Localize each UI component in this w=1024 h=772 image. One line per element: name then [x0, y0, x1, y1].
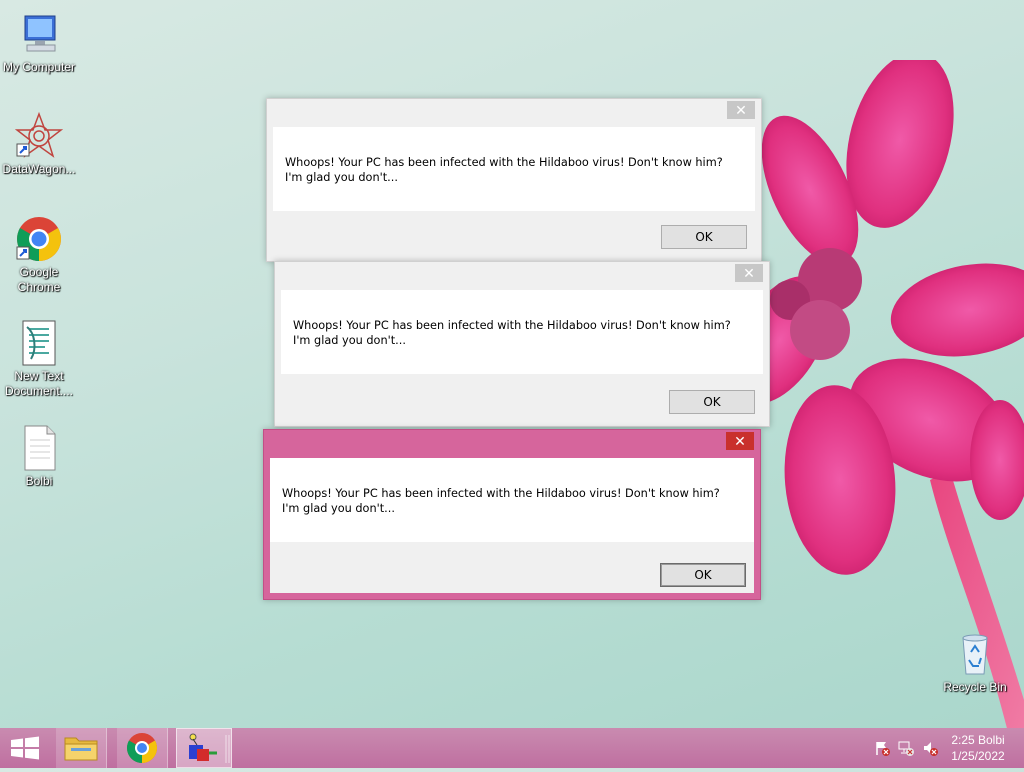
chrome-icon: [15, 215, 63, 263]
start-button[interactable]: [0, 728, 50, 768]
dialog-message: Whoops! Your PC has been infected with t…: [285, 156, 723, 184]
message-dialog-active: ✕ Whoops! Your PC has been infected with…: [263, 429, 761, 600]
taskbar-clock[interactable]: 2:25 Bolbi 1/25/2022: [948, 732, 1008, 764]
windows-logo-icon: [11, 736, 39, 760]
desktop-icon-my-computer[interactable]: My Computer: [0, 10, 79, 75]
close-button[interactable]: ✕: [735, 264, 763, 282]
ok-button[interactable]: OK: [661, 225, 747, 249]
desktop-icon-bolbi[interactable]: Bolbi: [0, 424, 79, 489]
clock-time: 2:25 Bolbi: [951, 733, 1005, 747]
desktop-icon-google-chrome[interactable]: Google Chrome: [0, 215, 79, 295]
ok-button[interactable]: OK: [669, 390, 755, 414]
desktop-icon-recycle-bin[interactable]: Recycle Bin: [935, 630, 1015, 695]
action-center-flag-icon[interactable]: [874, 740, 890, 756]
desktop-icon-datawagon[interactable]: DataWagon...: [0, 111, 79, 177]
close-button[interactable]: ✕: [726, 432, 754, 450]
desktop-icon-label: New Text Document....: [4, 369, 74, 398]
datawagon-icon: [14, 111, 64, 160]
dialog-title-bar[interactable]: ✕: [275, 262, 769, 290]
volume-muted-icon[interactable]: [922, 740, 938, 756]
network-icon[interactable]: [898, 740, 914, 756]
app-cube-icon: [189, 733, 230, 763]
message-dialog: ✕ Whoops! Your PC has been infected with…: [274, 261, 770, 427]
taskbar-file-explorer[interactable]: [56, 728, 107, 768]
recycle-bin-icon: [951, 630, 999, 678]
taskbar-chrome[interactable]: [117, 728, 168, 768]
desktop-icon-label: DataWagon...: [2, 162, 76, 176]
message-dialog: ✕ Whoops! Your PC has been infected with…: [266, 98, 762, 262]
dialog-client-area: Whoops! Your PC has been infected with t…: [270, 458, 754, 593]
taskbar: 2:25 Bolbi 1/25/2022: [0, 728, 1024, 768]
blank-file-icon: [15, 424, 63, 472]
dialog-message-area: Whoops! Your PC has been infected with t…: [270, 458, 754, 542]
dialog-title-bar[interactable]: ✕: [267, 99, 761, 127]
dialog-message-area: Whoops! Your PC has been infected with t…: [273, 127, 755, 211]
taskbar-running-app[interactable]: [176, 728, 232, 768]
dialog-message: Whoops! Your PC has been infected with t…: [282, 487, 720, 515]
desktop-icon-label: Recycle Bin: [943, 680, 1007, 694]
text-document-icon: [15, 319, 63, 367]
close-button[interactable]: ✕: [727, 101, 755, 119]
ok-button[interactable]: OK: [660, 563, 746, 587]
chrome-icon: [126, 733, 158, 763]
dialog-message-area: Whoops! Your PC has been infected with t…: [281, 290, 763, 374]
desktop-icon-new-text-document[interactable]: New Text Document....: [0, 319, 79, 399]
dialog-message: Whoops! Your PC has been infected with t…: [293, 319, 731, 347]
file-explorer-icon: [64, 737, 98, 761]
dialog-title-bar[interactable]: ✕: [264, 430, 760, 458]
clock-date: 1/25/2022: [951, 749, 1005, 763]
computer-icon: [15, 10, 63, 58]
desktop-icon-label: My Computer: [2, 60, 76, 74]
desktop-icon-label: Bolbi: [25, 474, 53, 488]
desktop-icon-label: Google Chrome: [17, 265, 61, 294]
